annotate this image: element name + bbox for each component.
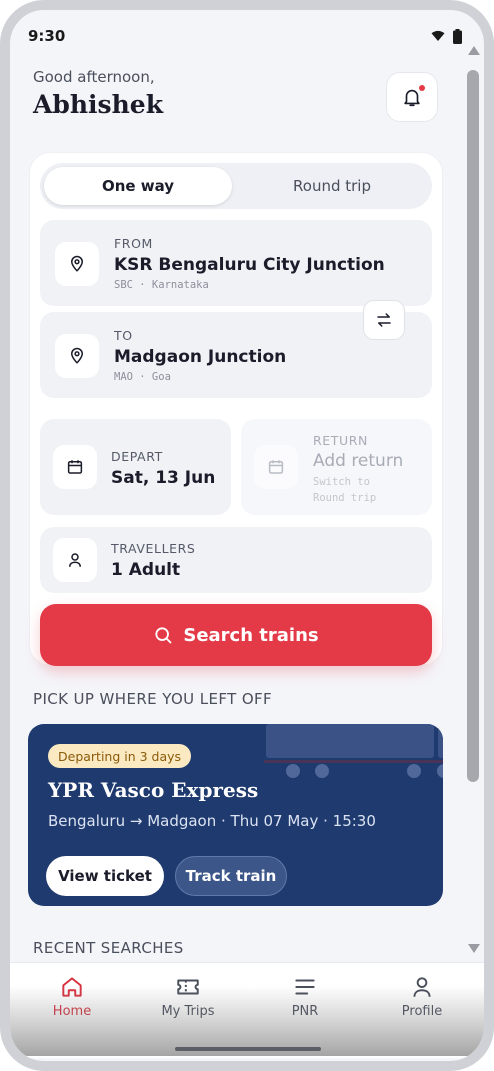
return-label: RETURN (313, 433, 369, 448)
tab-round-trip[interactable]: Round trip (236, 167, 428, 205)
notifications-button[interactable] (386, 72, 438, 122)
trip-train-name: YPR Vasco Express (48, 778, 259, 802)
battery-icon (453, 28, 462, 44)
swap-arrows-icon (377, 313, 391, 327)
phone-screen: 9:30 Good afternoon, Abhishek One way Ro… (0, 0, 494, 1071)
travellers-field[interactable]: TRAVELLERS 1 Adult (40, 527, 432, 593)
recent-searches-heading: RECENT SEARCHES (33, 939, 184, 957)
depart-label: DEPART (111, 449, 163, 464)
travellers-value: 1 Adult (111, 560, 181, 580)
nav-my-trips[interactable]: My Trips (133, 974, 243, 1019)
depart-date: Sat, 13 Jun (111, 468, 216, 488)
search-icon (155, 627, 172, 644)
status-icons (431, 28, 462, 44)
calendar-icon (254, 445, 298, 489)
resume-trip-card[interactable]: Departing in 3 days YPR Vasco Express Be… (28, 724, 443, 906)
search-card: One way Round trip FROM KSR Bengaluru Ci… (30, 153, 442, 666)
nav-pnr-label: PNR (291, 1004, 319, 1019)
wifi-icon (431, 30, 445, 41)
status-time: 9:30 (28, 27, 66, 45)
person-icon (413, 977, 431, 997)
from-field[interactable]: FROM KSR Bengaluru City Junction SBC · K… (40, 220, 432, 306)
trip-route: Bengaluru → Madgaon · Thu 07 May · 15:30 (48, 812, 376, 830)
travellers-label: TRAVELLERS (111, 541, 196, 556)
nav-pnr[interactable]: PNR (250, 974, 360, 1019)
nav-profile[interactable]: Profile (367, 974, 477, 1019)
ticket-icon (177, 979, 199, 995)
scrollbar[interactable] (466, 46, 482, 966)
view-ticket-button[interactable]: View ticket (46, 856, 164, 896)
nav-profile-label: Profile (401, 1004, 443, 1019)
home-icon (62, 977, 82, 997)
to-label: TO (114, 328, 133, 343)
search-trains-button[interactable]: Search trains (40, 604, 432, 666)
depart-date-field[interactable]: DEPART Sat, 13 Jun (40, 419, 231, 515)
nav-home-label: Home (52, 1004, 92, 1019)
user-name: Abhishek (33, 90, 164, 119)
notification-dot (419, 85, 425, 91)
return-date-field[interactable]: RETURN Add return Switch to Round trip (241, 419, 432, 515)
scroll-thumb[interactable] (467, 70, 479, 782)
person-icon (53, 538, 97, 582)
return-hint: Switch to Round trip (313, 476, 377, 504)
departure-badge: Departing in 3 days (48, 744, 192, 768)
return-placeholder: Add return (313, 451, 404, 471)
greeting-text: Good afternoon, (33, 68, 155, 86)
location-pin-icon (55, 334, 99, 378)
search-trains-label: Search trains (183, 624, 319, 646)
nav-my-trips-label: My Trips (161, 1004, 215, 1019)
from-station: KSR Bengaluru City Junction (114, 255, 385, 275)
scroll-up-arrow-icon[interactable] (468, 46, 480, 55)
from-label: FROM (114, 236, 153, 251)
calendar-icon (53, 445, 97, 489)
nav-home[interactable]: Home (17, 974, 127, 1019)
list-icon (295, 979, 315, 995)
to-code: MAO · Goa (114, 371, 171, 383)
location-pin-icon (55, 242, 99, 286)
track-train-button[interactable]: Track train (175, 856, 287, 896)
home-indicator[interactable] (175, 1047, 321, 1051)
swap-stations-button[interactable] (363, 300, 405, 340)
scroll-down-arrow-icon[interactable] (468, 944, 480, 953)
tab-one-way[interactable]: One way (44, 167, 232, 205)
trip-type-toggle: One way Round trip (40, 163, 432, 209)
from-code: SBC · Karnataka (114, 279, 209, 291)
to-station: Madgaon Junction (114, 347, 287, 367)
resume-heading: PICK UP WHERE YOU LEFT OFF (33, 690, 273, 708)
train-illustration (264, 724, 443, 778)
status-bar: 9:30 (28, 24, 462, 48)
